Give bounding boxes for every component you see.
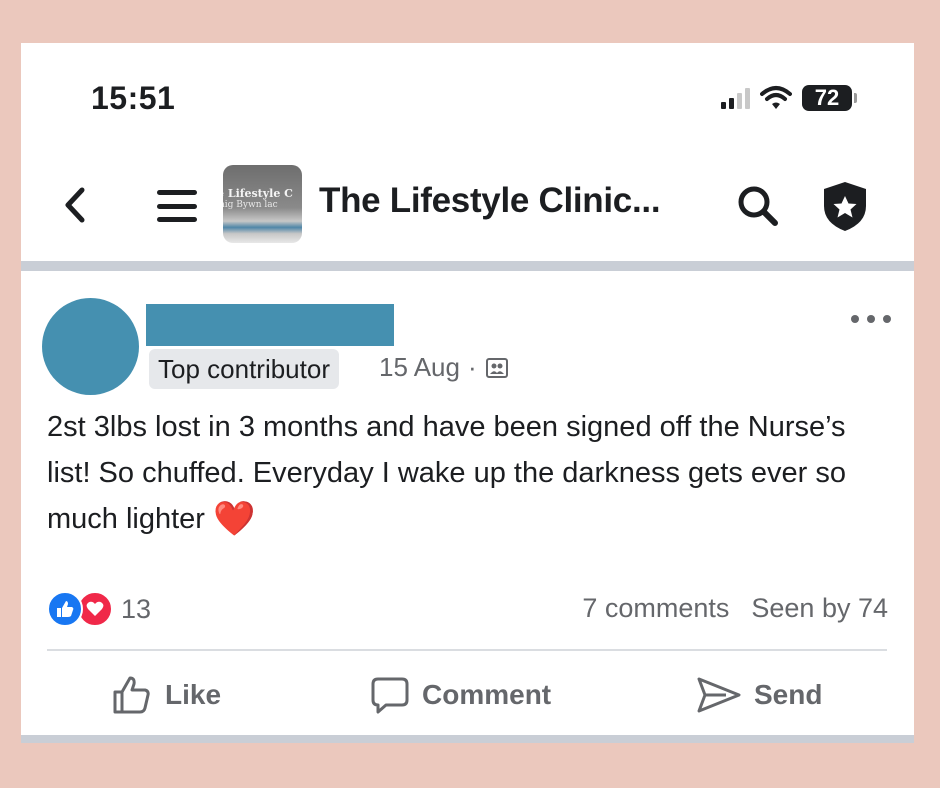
search-icon (738, 186, 778, 226)
send-icon (697, 677, 741, 713)
group-avatar-text: e Lifestyle C (223, 187, 293, 200)
send-button[interactable]: Send (696, 665, 822, 725)
section-divider (21, 261, 914, 271)
more-options-button[interactable] (851, 315, 891, 327)
seen-by-count[interactable]: Seen by 74 (751, 593, 888, 624)
group-header: e Lifestyle C nig Bywn lac The Lifestyle… (21, 163, 914, 259)
red-heart-emoji: ❤️ (213, 500, 256, 538)
action-divider (47, 649, 887, 651)
battery-level: 72 (814, 85, 840, 110)
comment-icon (371, 677, 409, 714)
back-chevron-icon (65, 187, 85, 223)
top-contributor-badge: Top contributor (149, 349, 339, 389)
menu-button[interactable] (157, 186, 197, 226)
search-button[interactable] (735, 183, 781, 229)
post-text: 2st 3lbs lost in 3 months and have been … (47, 411, 847, 535)
menu-icon (157, 190, 197, 195)
back-button[interactable] (57, 183, 93, 227)
comment-label: Comment (422, 679, 552, 710)
group-avatar[interactable]: e Lifestyle C nig Bywn lac (223, 165, 302, 243)
like-reaction-icon (47, 591, 83, 627)
post-date[interactable]: 15 Aug (379, 352, 460, 383)
admin-tools-button[interactable] (819, 179, 871, 233)
post-meta: 15 Aug · (379, 352, 509, 383)
meta-separator: · (467, 352, 477, 382)
thumbs-up-icon (113, 676, 150, 714)
comments-count[interactable]: 7 comments (582, 593, 729, 624)
more-options-icon (851, 315, 859, 323)
post-actions: Like Comment Send (21, 665, 914, 725)
author-avatar-redacted[interactable] (42, 298, 139, 395)
status-icons: 72 (721, 83, 857, 113)
comment-button[interactable]: Comment (370, 665, 551, 725)
status-time: 15:51 (91, 80, 176, 116)
like-label: Like (165, 679, 222, 710)
group-title[interactable]: The Lifestyle Clinic... (319, 181, 661, 221)
bottom-divider (21, 735, 914, 743)
battery-icon: 72 (802, 85, 857, 111)
group-audience-icon (485, 357, 508, 378)
phone-screen: 15:51 72 e Lifestyle C nig Bywn lac The … (21, 43, 914, 743)
admin-shield-icon (824, 182, 866, 231)
post-stats: 7 comments Seen by 74 (582, 593, 888, 624)
post-body: 2st 3lbs lost in 3 months and have been … (47, 404, 897, 542)
group-avatar-subtext: nig Bywn lac (223, 200, 278, 210)
signal-icon (721, 87, 750, 109)
reaction-count: 13 (121, 593, 152, 624)
reactions-summary[interactable]: 13 (47, 591, 151, 627)
like-button[interactable]: Like (111, 665, 221, 725)
author-name-redacted[interactable] (146, 304, 394, 346)
wifi-icon (760, 86, 792, 109)
send-label: Send (754, 679, 823, 710)
